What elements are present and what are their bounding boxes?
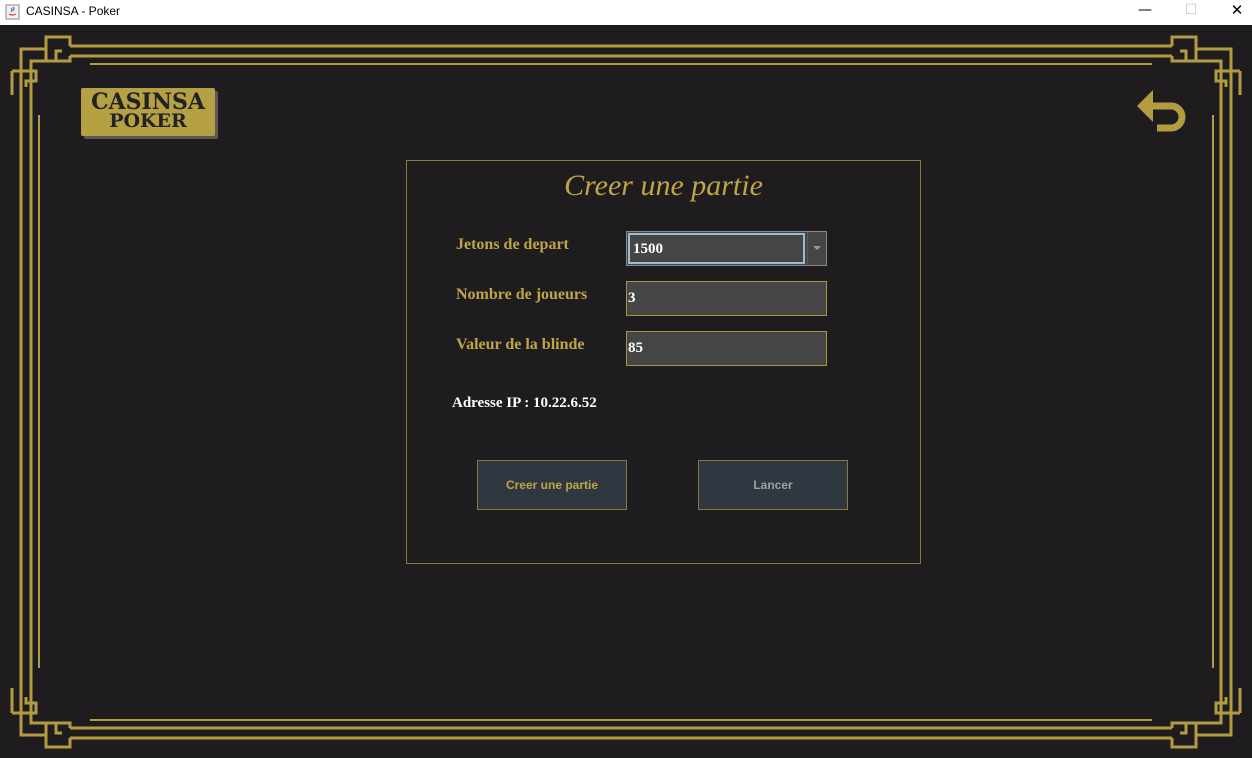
blind-value-label: Valeur de la blinde	[456, 336, 585, 353]
starting-chips-select[interactable]: 1500	[626, 231, 827, 266]
create-game-button[interactable]: Creer une partie	[477, 460, 627, 510]
logo-subtitle: POKER	[109, 110, 187, 132]
window-title: CASINSA - Poker	[26, 4, 121, 18]
player-count-label: Nombre de joueurs	[456, 286, 588, 303]
starting-chips-label: Jetons de depart	[456, 236, 569, 253]
casinsa-poker-logo: CASINSA POKER	[81, 88, 219, 139]
minimize-button[interactable]: —	[1122, 0, 1168, 25]
panel-title: Creer une partie	[564, 169, 763, 202]
player-count-field[interactable]: 3	[626, 281, 827, 316]
launch-button[interactable]: Lancer	[698, 460, 848, 510]
undo-arrow-icon[interactable]	[1133, 84, 1189, 138]
window-title-bar: CASINSA - Poker — ☐ ✕	[0, 0, 1252, 25]
close-button[interactable]: ✕	[1214, 0, 1252, 25]
starting-chips-select-focus: 1500	[628, 233, 805, 264]
ip-address-text: Adresse IP : 10.22.6.52	[452, 395, 597, 411]
app-content: CASINSA POKER Creer une partie Jetons de…	[0, 25, 1252, 758]
chevron-down-icon[interactable]	[807, 232, 826, 265]
maximize-button[interactable]: ☐	[1168, 0, 1214, 25]
java-app-icon	[5, 4, 20, 20]
blind-value-field[interactable]: 85	[626, 331, 827, 366]
starting-chips-value: 1500	[633, 241, 663, 257]
create-game-panel: Creer une partie Jetons de depart 1500 N…	[406, 160, 921, 564]
